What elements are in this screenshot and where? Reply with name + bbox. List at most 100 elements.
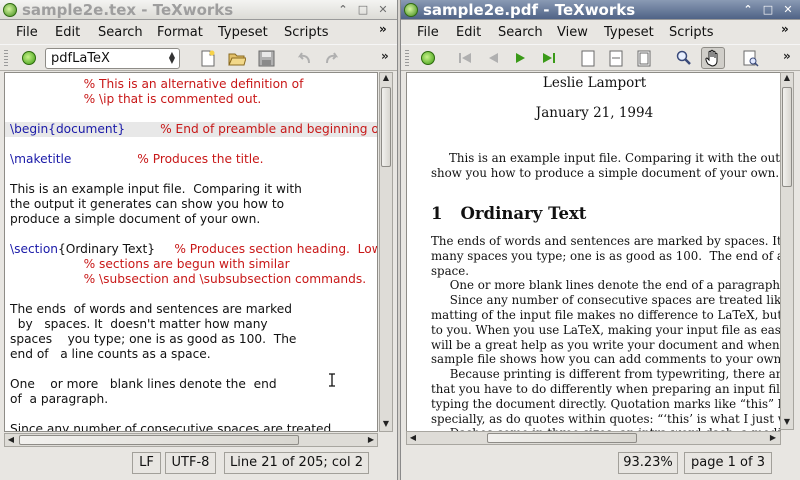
- pdf-body-line: that you have to do differently when pre…: [431, 382, 780, 396]
- encoding-indicator[interactable]: UTF-8: [165, 452, 216, 474]
- save-icon[interactable]: [258, 50, 275, 67]
- typeset-engine-select[interactable]: pdfLaTeX ▲ ▼: [45, 48, 180, 69]
- pdf-body-line: sample file shows how you can add commen…: [431, 352, 781, 367]
- source-text: of a paragraph.: [10, 392, 109, 406]
- menu-overflow-chevron-icon[interactable]: »: [781, 22, 789, 36]
- undo-icon[interactable]: [296, 50, 312, 67]
- editor-line: by spaces. It doesn't matter how many: [10, 317, 268, 332]
- horizontal-scroll-thumb[interactable]: [487, 433, 637, 443]
- scroll-left-arrow-icon[interactable]: ◀: [407, 433, 419, 442]
- scroll-down-arrow-icon[interactable]: ▼: [380, 419, 392, 428]
- pdf-body-line: to you. When you use LaTeX, making your …: [431, 322, 781, 337]
- editor-line: produce a simple document of your own.: [10, 212, 260, 227]
- latex-comment: % Produces section heading. Lower-level: [174, 242, 377, 256]
- editor-line: Since any number of consecutive spaces a…: [10, 422, 331, 431]
- menu-edit[interactable]: Edit: [55, 25, 80, 40]
- menu-file[interactable]: File: [16, 25, 38, 40]
- latex-command: \maketitle: [10, 152, 72, 166]
- editor-horizontal-scrollbar[interactable]: ◀ ▶: [4, 433, 378, 447]
- editor-line: The ends of words and sentences are mark…: [10, 302, 292, 317]
- latex-command: \section: [10, 242, 59, 256]
- hand-tool-button[interactable]: [701, 47, 725, 69]
- menu-typeset[interactable]: Typeset: [604, 25, 654, 40]
- menu-scripts[interactable]: Scripts: [284, 25, 328, 40]
- menu-search[interactable]: Search: [98, 25, 143, 40]
- title-bar[interactable]: sample2e.pdf - TeXworks ⌃ □ ✕: [401, 0, 800, 20]
- fit-width-icon[interactable]: [609, 50, 623, 67]
- pdf-body-line: matting of the input file makes no diffe…: [431, 308, 781, 322]
- sync-to-source-icon[interactable]: [743, 50, 759, 67]
- editor-line: % \ip that is commented out.: [10, 92, 262, 107]
- minimize-icon[interactable]: ⌃: [741, 3, 755, 17]
- pdf-author: Leslie Lamport: [542, 75, 647, 91]
- maximize-icon[interactable]: □: [761, 3, 775, 17]
- pdf-horizontal-scrollbar[interactable]: ◀ ▶: [406, 431, 781, 445]
- source-text: [125, 122, 160, 136]
- redo-icon[interactable]: [324, 50, 340, 67]
- source-text: produce a simple document of your own.: [10, 212, 261, 226]
- menu-view[interactable]: View: [557, 25, 588, 40]
- editor-line: % sections are begun with similar: [10, 257, 290, 272]
- pdf-body-line: Because printing is different from typew…: [449, 367, 781, 382]
- latex-comment: % This is an alternative definition of: [10, 77, 304, 91]
- menu-scripts[interactable]: Scripts: [669, 25, 713, 40]
- editor-vertical-scrollbar[interactable]: ▲ ▼: [379, 72, 393, 432]
- close-icon[interactable]: ✕: [781, 3, 795, 17]
- scroll-right-arrow-icon[interactable]: ▶: [767, 433, 779, 442]
- toolbar-overflow-chevron-icon[interactable]: »: [783, 49, 791, 63]
- vertical-scroll-thumb[interactable]: [381, 87, 391, 167]
- title-bar[interactable]: sample2e.tex - TeXworks ⌃ □ ✕: [0, 0, 397, 20]
- close-icon[interactable]: ✕: [376, 3, 390, 17]
- pdf-vertical-scrollbar[interactable]: ▲ ▼: [780, 72, 794, 430]
- editor-line: end of a line counts as a space.: [10, 347, 211, 362]
- pdf-body-line: The ends of words and sentences are mark…: [431, 234, 781, 248]
- menu-format[interactable]: Format: [157, 25, 203, 40]
- last-page-icon[interactable]: [541, 50, 557, 66]
- scroll-up-arrow-icon[interactable]: ▲: [781, 73, 793, 82]
- maximize-icon[interactable]: □: [356, 3, 370, 17]
- source-editor[interactable]: % This is an alternative definition of %…: [4, 72, 378, 432]
- status-bar: 93.23% page 1 of 3: [401, 449, 800, 480]
- editor-line: This is an example input file. Comparing…: [10, 182, 302, 197]
- menu-file[interactable]: File: [417, 25, 439, 40]
- menu-overflow-chevron-icon[interactable]: »: [379, 22, 387, 36]
- menu-typeset[interactable]: Typeset: [218, 25, 268, 40]
- source-text: end of a line counts as a space.: [10, 347, 211, 361]
- scroll-up-arrow-icon[interactable]: ▲: [380, 73, 392, 82]
- source-text: the output it generates can show you how…: [10, 197, 285, 211]
- pdf-body-line: space.: [431, 263, 469, 278]
- source-text: by spaces. It doesn't matter how many: [10, 317, 268, 331]
- toolbar-grip[interactable]: [405, 50, 409, 66]
- open-folder-icon[interactable]: [228, 50, 246, 67]
- editor-line: spaces you type; one is as good as 100. …: [10, 332, 296, 347]
- typeset-run-icon[interactable]: [22, 51, 36, 65]
- pdf-body-line: One or more blank lines denote the end o…: [431, 278, 781, 293]
- typeset-run-icon[interactable]: [421, 51, 435, 65]
- editor-line: One or more blank lines denote the end: [10, 377, 277, 392]
- next-page-icon[interactable]: [513, 50, 529, 66]
- pdf-date: January 21, 1994: [535, 105, 654, 121]
- menu-edit[interactable]: Edit: [456, 25, 481, 40]
- first-page-icon[interactable]: [457, 50, 473, 66]
- new-document-icon[interactable]: [200, 50, 216, 67]
- vertical-scroll-thumb[interactable]: [782, 87, 792, 187]
- minimize-icon[interactable]: ⌃: [336, 3, 350, 17]
- toolbar-overflow-chevron-icon[interactable]: »: [381, 49, 389, 63]
- zoom-level[interactable]: 93.23%: [618, 452, 678, 474]
- pdf-page-view[interactable]: Leslie Lamport January 21, 1994 This is …: [406, 72, 781, 432]
- magnifier-icon[interactable]: [676, 50, 692, 66]
- line-ending-indicator[interactable]: LF: [132, 452, 161, 474]
- latex-comment: % sections are begun with similar: [10, 257, 290, 271]
- previous-page-icon[interactable]: [485, 50, 501, 66]
- editor-line: % \subsection and \subsubsection command…: [10, 272, 367, 287]
- actual-size-icon[interactable]: [581, 50, 595, 67]
- pdf-preview-window: sample2e.pdf - TeXworks ⌃ □ ✕ File Edit …: [400, 0, 800, 480]
- scroll-down-arrow-icon[interactable]: ▼: [781, 417, 793, 426]
- horizontal-scroll-thumb[interactable]: [19, 435, 299, 445]
- scroll-right-arrow-icon[interactable]: ▶: [365, 435, 377, 444]
- menu-search[interactable]: Search: [498, 25, 543, 40]
- fit-window-icon[interactable]: [637, 50, 651, 67]
- toolbar-grip[interactable]: [4, 50, 8, 66]
- pdf-body-line: will be a great help as you write your d…: [431, 337, 780, 352]
- scroll-left-arrow-icon[interactable]: ◀: [5, 435, 17, 444]
